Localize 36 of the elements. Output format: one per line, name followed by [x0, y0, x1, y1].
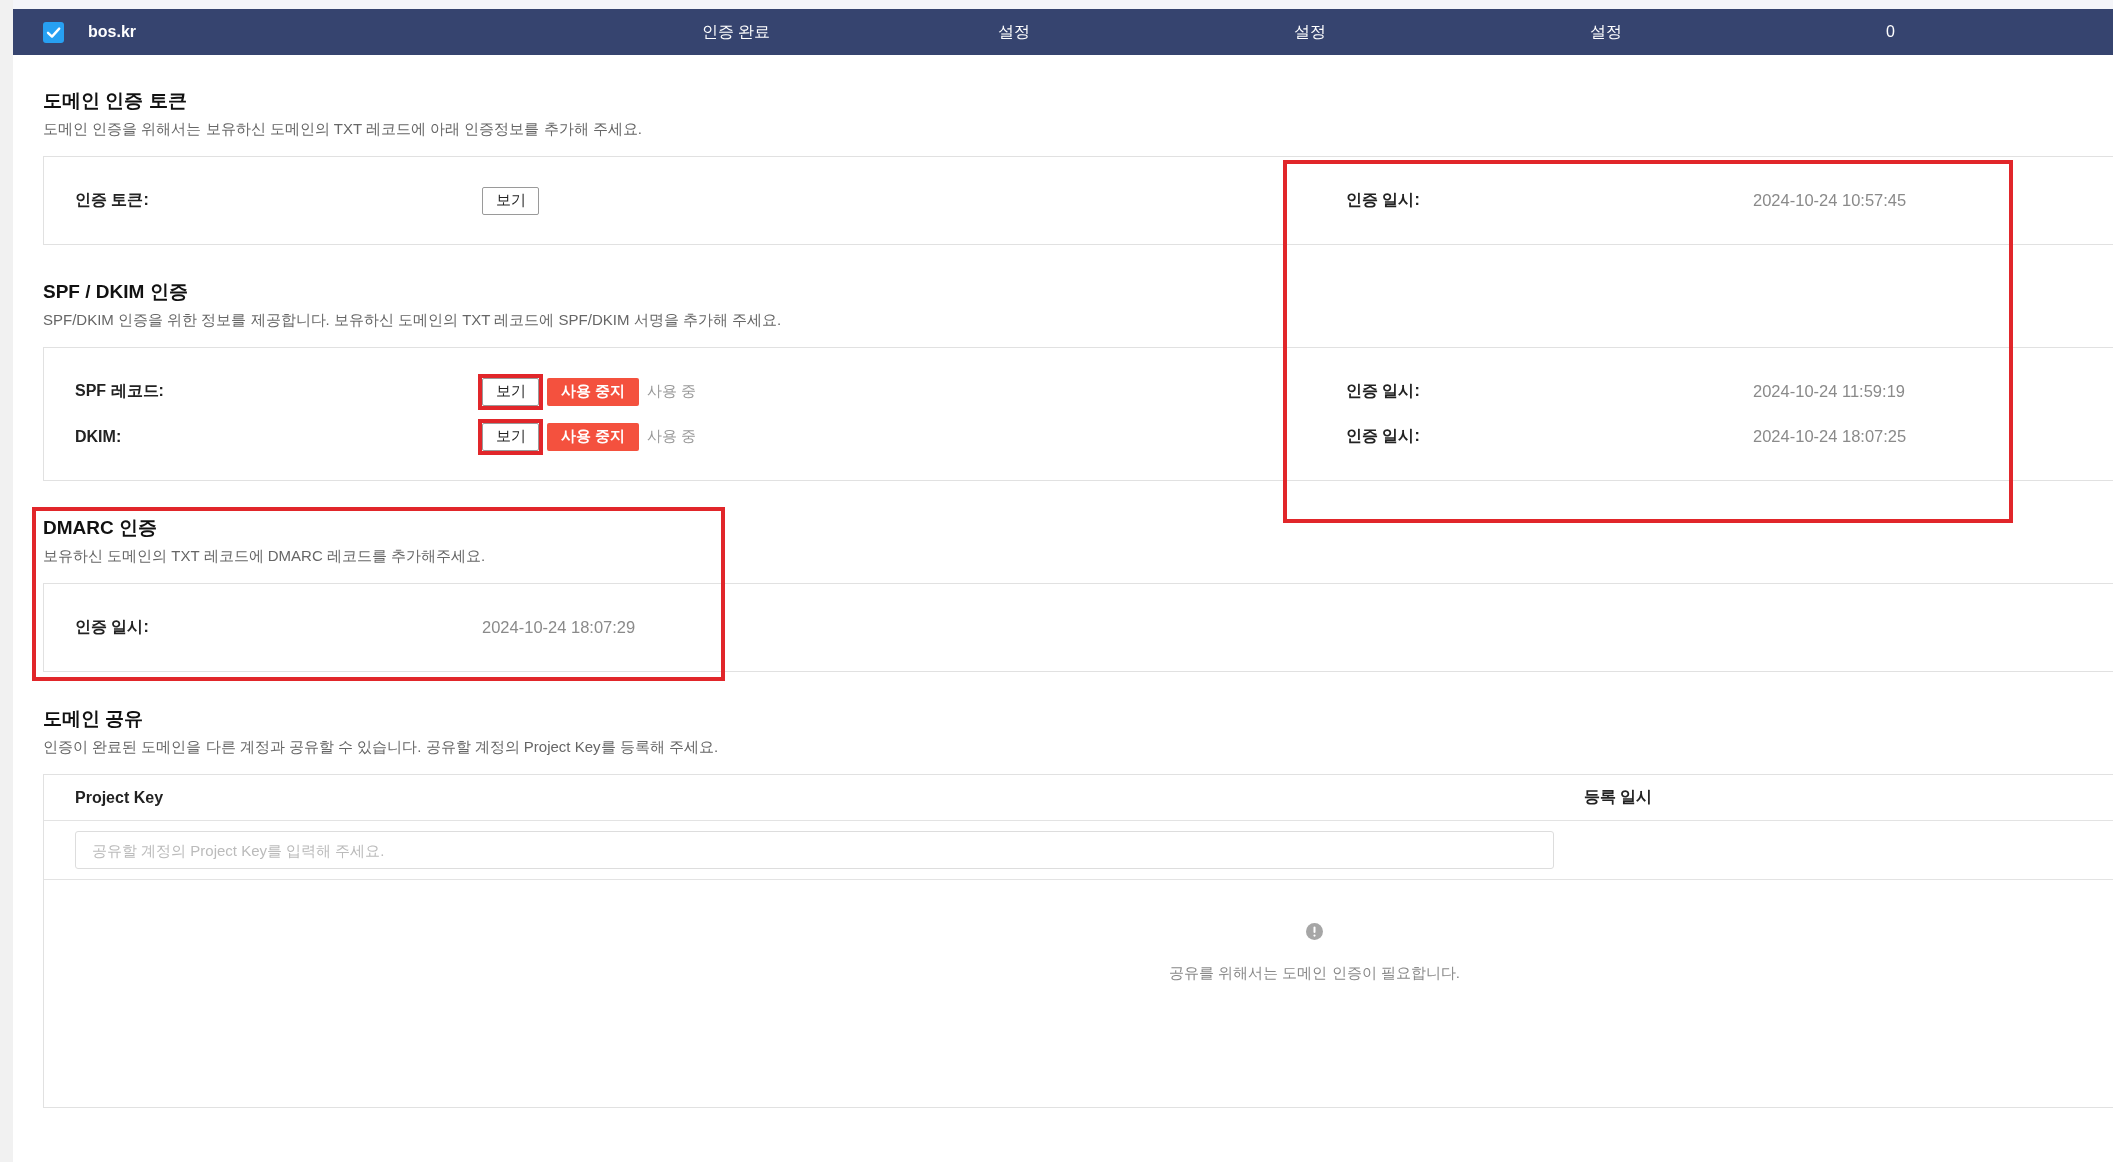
- domain-row-cell-text: 설정: [1294, 21, 1327, 42]
- domain-row-cell-text: 설정: [1590, 21, 1623, 42]
- column-header: Project Key: [75, 788, 164, 807]
- date-label: 인증 일시:: [1346, 426, 1420, 446]
- date-label: 인증 일시:: [1346, 381, 1420, 401]
- section-title: 도메인 인증 토큰: [43, 89, 187, 113]
- field-label: SPF 레코드:: [75, 381, 164, 401]
- domain-name: bos.kr: [88, 23, 137, 41]
- field-label: 인증 토큰:: [75, 190, 149, 210]
- domain-row-cell-text: 인증 완료: [702, 21, 772, 42]
- date-value: 2024-10-24 18:07:25: [1753, 427, 1907, 446]
- column-header: 등록 일시: [1584, 787, 1653, 807]
- exclamation-icon: [1306, 923, 1323, 940]
- domain-row-cell: 0: [1886, 23, 1895, 41]
- project-key-input[interactable]: 공유할 계정의 Project Key를 입력해 주세요.: [75, 831, 1554, 869]
- field-label: 인증 일시:: [75, 617, 149, 637]
- date-value: 2024-10-24 18:07:29: [482, 618, 636, 637]
- section-title: SPF / DKIM 인증: [43, 280, 188, 304]
- view-button[interactable]: 보기: [482, 377, 539, 406]
- date-label: 인증 일시:: [1346, 190, 1420, 210]
- section-title: 도메인 공유: [43, 707, 144, 731]
- domain-row-cell-text: 설정: [998, 21, 1031, 42]
- date-value: 2024-10-24 11:59:19: [1753, 382, 1905, 401]
- field-label: DKIM:: [75, 427, 122, 446]
- checkbox[interactable]: [43, 21, 64, 43]
- section-title: DMARC 인증: [43, 516, 157, 540]
- section-description: 도메인 인증을 위해서는 보유하신 도메인의 TXT 레코드에 아래 인증정보를 추가해 주세요.: [43, 119, 642, 139]
- date-value: 2024-10-24 10:57:45: [1753, 191, 1907, 210]
- status-text: 사용 중: [647, 382, 697, 401]
- section-description: 보유하신 도메인의 TXT 레코드에 DMARC 레코드를 추가해주세요.: [43, 546, 486, 566]
- section-description: 인증이 완료된 도메인을 다른 계정과 공유할 수 있습니다. 공유할 계정의 Project Key를 등록해 주세요.: [43, 737, 719, 757]
- status-text: 사용 중: [647, 427, 697, 446]
- section-description: SPF/DKIM 인증을 위한 정보를 제공합니다. 보유하신 도메인의 TXT 레코드에 SPF/DKIM 서명을 추가해 주세요.: [43, 310, 782, 330]
- view-button[interactable]: 보기: [482, 186, 539, 215]
- view-button[interactable]: 보기: [482, 422, 539, 451]
- empty-message: 공유를 위해서는 도메인 인증이 필요합니다.: [1169, 963, 1460, 983]
